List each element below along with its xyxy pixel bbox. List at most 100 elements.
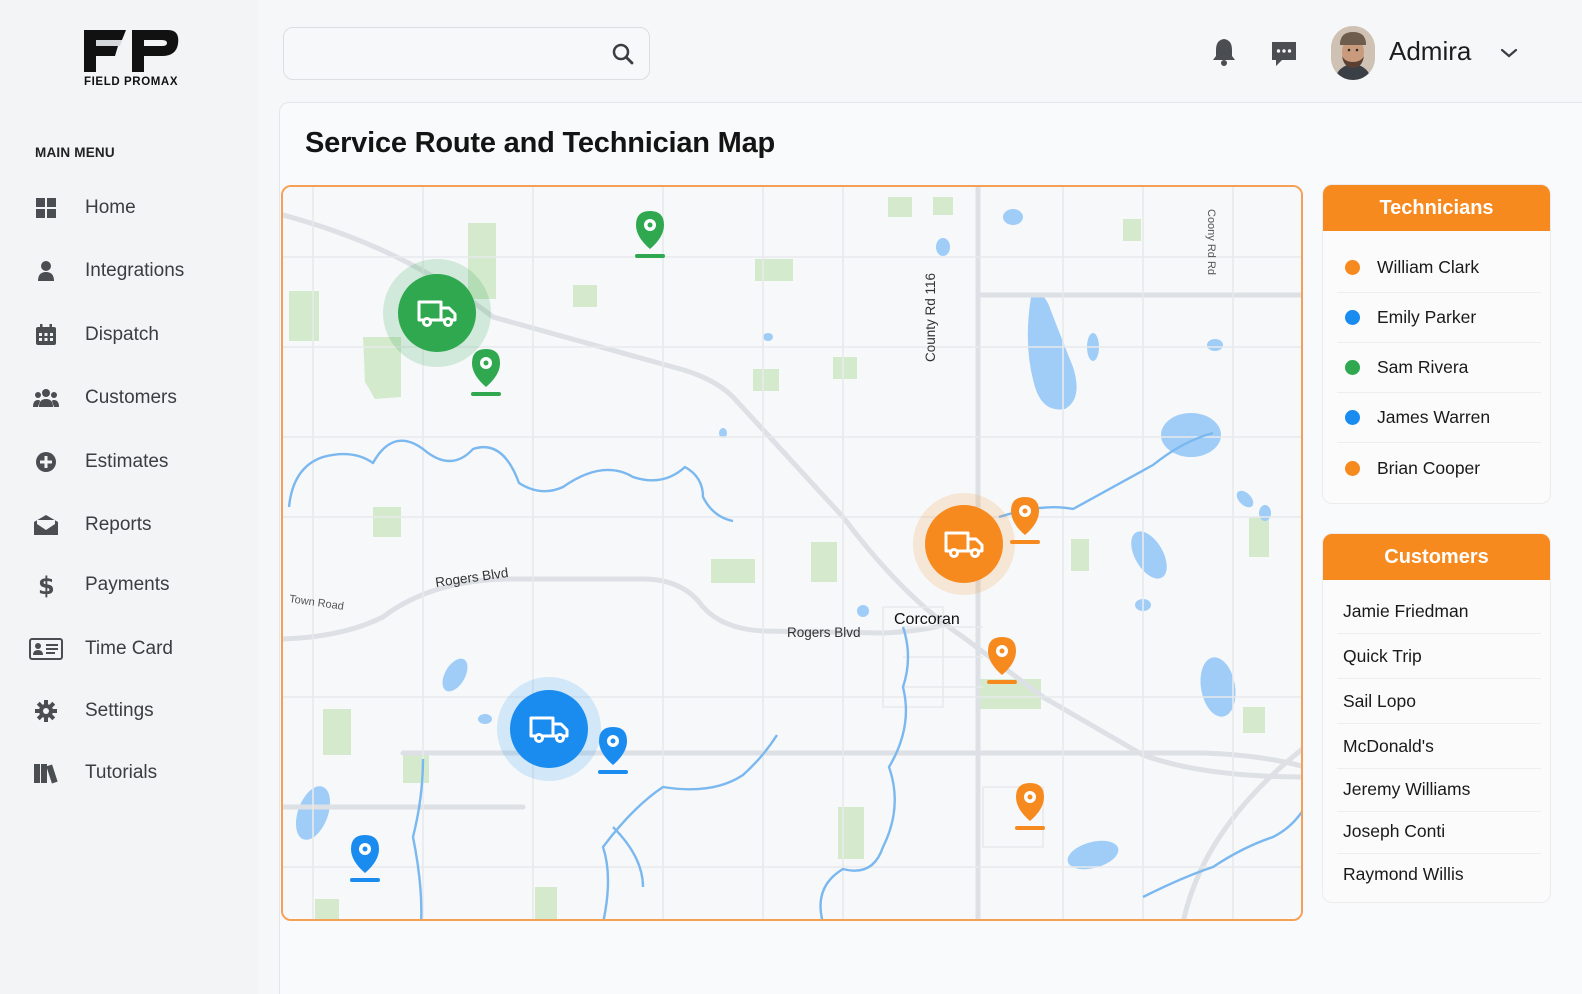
search-box[interactable] bbox=[283, 27, 650, 80]
sidebar-item-label: Tutorials bbox=[85, 762, 158, 783]
location-pin-orange[interactable] bbox=[1012, 781, 1048, 831]
customers-panel: Customers Jamie Friedman Quick Trip Sail… bbox=[1322, 533, 1551, 903]
truck-icon bbox=[398, 274, 476, 352]
calendar-icon bbox=[26, 320, 66, 350]
logo-text: FIELD PROMAX bbox=[84, 76, 179, 88]
customer-name: Jamie Friedman bbox=[1343, 601, 1469, 621]
technicians-panel: Technicians William Clark Emily Parker S… bbox=[1322, 184, 1551, 504]
technician-name: William Clark bbox=[1377, 257, 1480, 277]
sidebar-item-time-card[interactable]: Time Card bbox=[26, 627, 246, 671]
sidebar-item-integrations[interactable]: Integrations bbox=[26, 249, 246, 293]
avatar[interactable] bbox=[1331, 26, 1375, 80]
map-pin-icon bbox=[987, 637, 1017, 684]
sidebar-item-label: Settings bbox=[85, 700, 154, 721]
gear-icon bbox=[26, 696, 66, 726]
books-icon bbox=[26, 758, 66, 788]
sidebar-item-label: Home bbox=[85, 197, 136, 218]
technician-item[interactable]: James Warren bbox=[1337, 393, 1541, 443]
technician-item[interactable]: Emily Parker bbox=[1337, 293, 1541, 343]
customer-item[interactable]: Jamie Friedman bbox=[1337, 590, 1541, 634]
truck-marker-orange[interactable] bbox=[913, 493, 1015, 595]
technician-name: Brian Cooper bbox=[1377, 457, 1481, 478]
customer-item[interactable]: Raymond Willis bbox=[1337, 852, 1541, 896]
users-icon bbox=[26, 383, 66, 413]
svg-text:$: $ bbox=[38, 572, 55, 598]
map-pin-icon bbox=[471, 349, 501, 396]
truck-marker-blue[interactable] bbox=[497, 677, 601, 781]
sidebar-item-label: Dispatch bbox=[85, 324, 159, 345]
sidebar-item-dispatch[interactable]: Dispatch bbox=[26, 313, 246, 357]
status-dot bbox=[1345, 460, 1360, 476]
customer-name: Joseph Conti bbox=[1343, 821, 1446, 841]
customer-name: McDonald's bbox=[1343, 736, 1434, 756]
customers-panel-title: Customers bbox=[1323, 534, 1550, 580]
sidebar-item-label: Integrations bbox=[85, 260, 185, 281]
grid-icon bbox=[26, 193, 66, 223]
location-pin-orange[interactable] bbox=[1007, 495, 1043, 545]
logo-mark-icon bbox=[84, 30, 179, 72]
id-card-icon bbox=[26, 634, 66, 664]
technician-name: Sam Rivera bbox=[1377, 357, 1469, 377]
sidebar-item-label: Estimates bbox=[85, 451, 169, 472]
page-title: Service Route and Technician Map bbox=[305, 127, 776, 159]
location-pin-blue[interactable] bbox=[347, 833, 383, 883]
sidebar-item-estimates[interactable]: Estimates bbox=[26, 440, 246, 484]
app-logo[interactable]: FIELD PROMAX bbox=[82, 26, 186, 92]
main-menu-title: MAIN MENU bbox=[35, 145, 115, 160]
search-icon[interactable] bbox=[611, 42, 635, 71]
search-input[interactable] bbox=[298, 38, 598, 70]
bell-icon[interactable] bbox=[1211, 37, 1237, 72]
status-dot bbox=[1345, 260, 1360, 275]
road-label-rogers-blvd: Rogers Blvd bbox=[787, 625, 861, 640]
technician-item[interactable]: William Clark bbox=[1337, 243, 1541, 293]
customer-item[interactable]: Quick Trip bbox=[1337, 635, 1541, 679]
technician-item[interactable]: Brian Cooper bbox=[1337, 443, 1541, 493]
sidebar-item-label: Time Card bbox=[85, 638, 173, 659]
customer-item[interactable]: Sail Lopo bbox=[1337, 680, 1541, 724]
sidebar-item-customers[interactable]: Customers bbox=[26, 376, 246, 420]
map-pin-icon bbox=[598, 727, 628, 774]
sidebar-item-home[interactable]: Home bbox=[26, 186, 246, 230]
sidebar-item-settings[interactable]: Settings bbox=[26, 689, 246, 733]
status-dot bbox=[1345, 360, 1360, 375]
customer-name: Quick Trip bbox=[1343, 646, 1422, 666]
user-name[interactable]: Admira bbox=[1389, 36, 1471, 67]
sidebar-item-payments[interactable]: $ Payments bbox=[26, 563, 246, 607]
envelope-icon bbox=[26, 510, 66, 540]
truck-icon bbox=[510, 690, 588, 768]
map-pin-icon bbox=[1015, 783, 1045, 830]
technician-item[interactable]: Sam Rivera bbox=[1337, 343, 1541, 393]
sidebar-item-label: Customers bbox=[85, 387, 177, 408]
status-dot bbox=[1345, 310, 1360, 325]
dollar-icon: $ bbox=[26, 570, 66, 600]
status-dot bbox=[1345, 410, 1360, 425]
customer-item[interactable]: McDonald's bbox=[1337, 725, 1541, 769]
chevron-down-icon[interactable] bbox=[1499, 46, 1519, 64]
technician-name: James Warren bbox=[1377, 407, 1491, 427]
user-icon bbox=[26, 256, 66, 286]
customer-name: Jeremy Williams bbox=[1343, 779, 1471, 799]
technicians-panel-title: Technicians bbox=[1323, 185, 1550, 231]
location-pin-green[interactable] bbox=[632, 209, 668, 259]
customer-name: Raymond Willis bbox=[1343, 863, 1464, 884]
service-route-map[interactable]: Rogers Blvd Rogers Blvd Corcoran County … bbox=[281, 185, 1303, 921]
technician-name: Emily Parker bbox=[1377, 307, 1477, 327]
customer-name: Sail Lopo bbox=[1343, 691, 1416, 711]
customer-item[interactable]: Joseph Conti bbox=[1337, 810, 1541, 854]
location-pin-green[interactable] bbox=[468, 347, 504, 397]
sidebar-item-tutorials[interactable]: Tutorials bbox=[26, 751, 246, 795]
location-pin-blue[interactable] bbox=[595, 725, 631, 775]
sidebar-item-label: Reports bbox=[85, 514, 152, 535]
sidebar: FIELD PROMAX MAIN MENU Home Integrations… bbox=[0, 0, 258, 994]
town-label-corcoran: Corcoran bbox=[894, 611, 960, 628]
road-label-county-rd-116: County Rd 116 bbox=[923, 272, 938, 362]
chat-icon[interactable] bbox=[1270, 40, 1298, 73]
map-pin-icon bbox=[635, 211, 665, 258]
map-pin-icon bbox=[1010, 497, 1040, 544]
truck-icon bbox=[925, 505, 1003, 583]
sidebar-item-label: Payments bbox=[85, 574, 170, 595]
map-pin-icon bbox=[350, 835, 380, 882]
customer-item[interactable]: Jeremy Williams bbox=[1337, 768, 1541, 812]
location-pin-orange[interactable] bbox=[984, 635, 1020, 685]
sidebar-item-reports[interactable]: Reports bbox=[26, 503, 246, 547]
